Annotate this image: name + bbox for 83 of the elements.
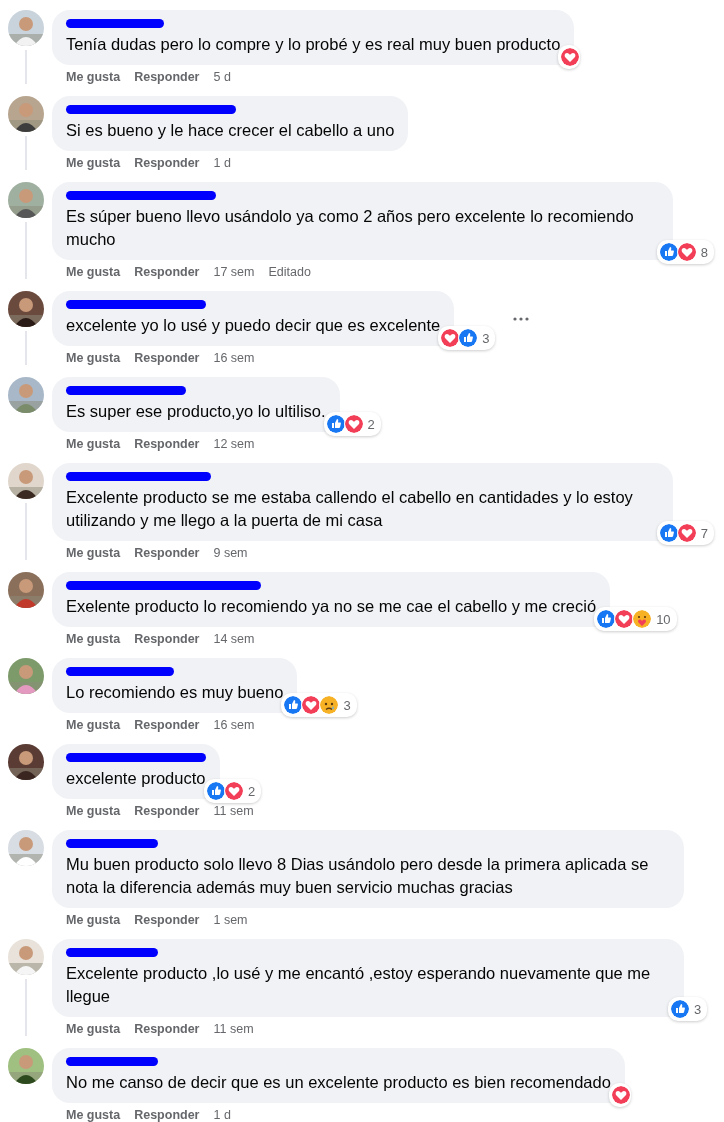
- reaction-summary[interactable]: 3: [668, 997, 708, 1021]
- reaction-summary[interactable]: 2: [323, 412, 381, 436]
- reaction-count: 3: [693, 1001, 703, 1017]
- timestamp: 16 sem: [213, 351, 255, 365]
- heart-icon: [224, 781, 244, 801]
- timestamp: 14 sem: [213, 632, 255, 646]
- comment-text: excelente producto: [66, 768, 206, 789]
- heart-icon: [614, 609, 635, 629]
- like-link[interactable]: Me gusta: [66, 156, 121, 170]
- more-options-icon[interactable]: [513, 316, 530, 321]
- reply-link[interactable]: Responder: [134, 804, 200, 818]
- reaction-count: 2: [366, 416, 376, 432]
- reply-link[interactable]: Responder: [134, 156, 200, 170]
- timestamp: 11 sem: [213, 1022, 254, 1036]
- reaction-count: 2: [247, 783, 257, 799]
- heart-icon: [301, 695, 322, 715]
- like-link[interactable]: Me gusta: [66, 437, 121, 451]
- like-link[interactable]: Me gusta: [66, 804, 121, 818]
- like-icon: [658, 523, 679, 543]
- comment-text: Si es bueno y le hace crecer el cabello a uno: [66, 120, 395, 141]
- reaction-count: 10: [655, 611, 672, 627]
- like-link[interactable]: Me gusta: [66, 70, 121, 84]
- timestamp: 16 sem: [213, 718, 255, 732]
- comment-text: Mu buen producto solo llevo 8 Dias usándolo pero desde la primera aplicada se nota la diferencia además muy buen servicio muchas gracias: [66, 854, 650, 898]
- reply-link[interactable]: Responder: [134, 546, 200, 560]
- heart-icon: [440, 328, 461, 348]
- like-link[interactable]: Me gusta: [66, 913, 121, 927]
- like-icon: [596, 609, 617, 629]
- reply-link[interactable]: Responder: [134, 913, 200, 927]
- timestamp: 11 sem: [213, 804, 254, 818]
- reaction-summary[interactable]: 7: [656, 521, 714, 545]
- like-link[interactable]: Me gusta: [66, 632, 121, 646]
- comment-text: Excelente producto se me estaba callendo el cabello en cantidades y lo estoy utilizando y me llego a la puerta de mi casa: [66, 487, 634, 531]
- reply-link[interactable]: Responder: [134, 265, 200, 279]
- reply-link[interactable]: Responder: [134, 70, 200, 84]
- timestamp: 12 sem: [213, 437, 255, 451]
- comment-text: Excelente producto ,lo usé y me encantó ,estoy esperando nuevamente que me llegue: [66, 963, 652, 1007]
- like-link[interactable]: Me gusta: [66, 718, 121, 732]
- timestamp: 9 sem: [213, 546, 248, 560]
- timestamp: 5 d: [213, 70, 231, 84]
- like-link[interactable]: Me gusta: [66, 1022, 121, 1036]
- like-link[interactable]: Me gusta: [66, 351, 121, 365]
- like-link[interactable]: Me gusta: [66, 1108, 121, 1122]
- timestamp: 1 sem: [213, 913, 248, 927]
- reply-link[interactable]: Responder: [134, 437, 200, 451]
- like-link[interactable]: Me gusta: [66, 265, 121, 279]
- reaction-count: 3: [342, 697, 352, 713]
- comment-text: Es súper bueno llevo usándolo ya como 2 años pero excelente lo recomiendo mucho: [66, 206, 635, 250]
- like-icon: [325, 414, 346, 434]
- comment-text: Es super ese producto,yo lo ultiliso.: [66, 401, 326, 422]
- reply-link[interactable]: Responder: [134, 718, 200, 732]
- hugging-emoji-icon: [632, 609, 653, 629]
- heart-icon: [676, 242, 697, 262]
- reply-link[interactable]: Responder: [134, 632, 200, 646]
- reply-link[interactable]: Responder: [134, 351, 200, 365]
- like-icon: [670, 999, 690, 1019]
- reaction-count: 8: [699, 244, 709, 260]
- edited-label: Editado: [268, 265, 311, 279]
- reply-link[interactable]: Responder: [134, 1108, 200, 1122]
- comment-text: No me canso de decir que es un excelente producto es bien recomendado: [66, 1072, 611, 1093]
- reaction-count: 3: [481, 330, 491, 346]
- comment-text: Tenía dudas pero lo compre y lo probé y es real muy buen producto: [66, 34, 561, 55]
- crying-emoji-icon: [319, 695, 340, 715]
- like-link[interactable]: Me gusta: [66, 546, 121, 560]
- reaction-summary[interactable]: 2: [204, 779, 262, 803]
- like-icon: [658, 242, 679, 262]
- heart-icon: [343, 414, 364, 434]
- reaction-count: 7: [699, 525, 709, 541]
- reaction-summary[interactable]: [558, 45, 581, 69]
- like-icon: [206, 781, 226, 801]
- reply-link[interactable]: Responder: [134, 1022, 200, 1036]
- comment-text: excelente yo lo usé y puedo decir que es excelente: [66, 315, 441, 336]
- like-icon: [283, 695, 304, 715]
- heart-icon: [676, 523, 697, 543]
- comment-text: Exelente producto lo recomiendo ya no se me cae el cabello y me creció: [66, 596, 597, 617]
- timestamp: 17 sem: [213, 265, 255, 279]
- timestamp: 1 d: [213, 156, 231, 170]
- like-icon: [458, 328, 479, 348]
- heart-icon: [560, 47, 581, 67]
- comment-text: Lo recomiendo es muy bueno: [66, 682, 284, 703]
- timestamp: 1 d: [213, 1108, 231, 1122]
- reaction-summary[interactable]: 8: [656, 240, 714, 264]
- heart-icon: [610, 1085, 631, 1105]
